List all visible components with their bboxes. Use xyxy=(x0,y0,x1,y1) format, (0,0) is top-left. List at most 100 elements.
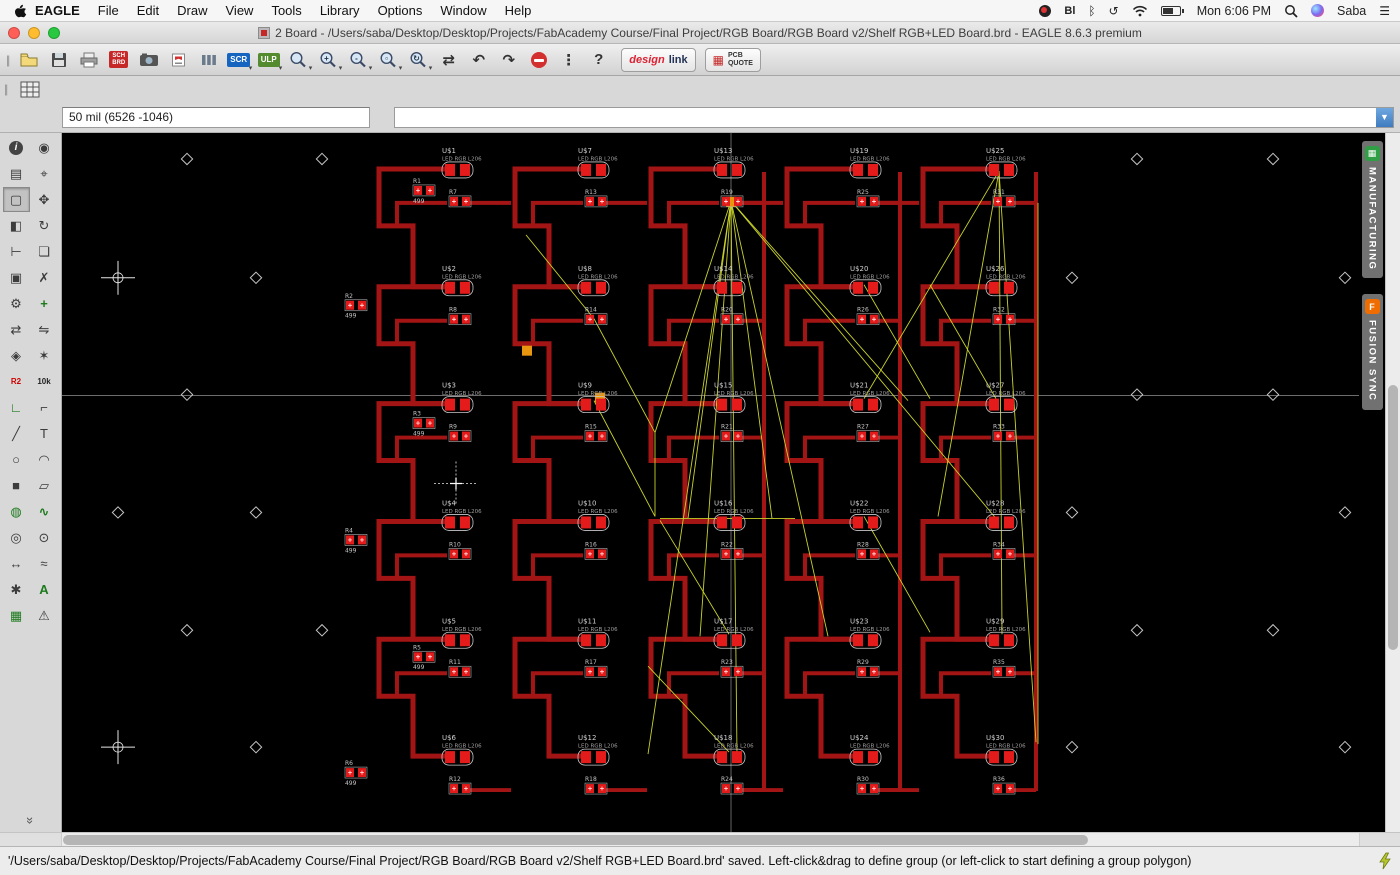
led-component[interactable]: U$8LED RGB L206 xyxy=(577,265,618,297)
resistor-component[interactable]: R34 xyxy=(992,541,1016,560)
led-component[interactable]: U$30 LED RGB L206 xyxy=(985,734,1026,766)
arc-tool[interactable]: ◠ xyxy=(31,447,58,472)
window-close-button[interactable] xyxy=(8,26,20,39)
notification-list-icon[interactable]: ☰ xyxy=(1379,4,1390,18)
resistor-component[interactable]: R36 xyxy=(992,776,1016,795)
resistor-component[interactable]: R15 xyxy=(584,424,608,442)
show-tool[interactable]: ◉ xyxy=(31,135,58,160)
cam-processor-button[interactable] xyxy=(165,47,192,73)
menu-draw[interactable]: Draw xyxy=(177,3,207,18)
resistor-component[interactable]: R30 xyxy=(856,776,880,795)
resistor-component[interactable]: R7 xyxy=(448,189,472,208)
lock-tool[interactable]: ◈ xyxy=(3,343,30,368)
design-link-button[interactable]: design link xyxy=(621,47,696,72)
menu-library[interactable]: Library xyxy=(320,3,360,18)
zoom-redraw-button[interactable]: ↻ ▾ xyxy=(405,47,432,73)
delete-tool[interactable]: ✗ xyxy=(31,265,58,290)
fusion-sync-tab[interactable]: F FUSION SYNC xyxy=(1361,294,1383,410)
resistor-component[interactable]: R11 xyxy=(448,659,472,678)
help-button[interactable]: ? xyxy=(585,47,612,73)
led-component[interactable]: U$14LED RGB L206 xyxy=(713,265,754,297)
save-button[interactable] xyxy=(45,47,72,73)
wire-tool[interactable]: ╱ xyxy=(3,421,30,446)
more-commands-button[interactable]: ⋮ xyxy=(555,47,582,73)
led-component[interactable]: U$7LED RGB L206 xyxy=(577,147,618,179)
rect-tool[interactable]: ■ xyxy=(3,473,30,498)
resistor-component[interactable]: R16 xyxy=(584,541,608,560)
add-part-tool[interactable]: + xyxy=(31,291,58,316)
bluetooth-icon[interactable]: ᛒ xyxy=(1088,4,1095,18)
battery-icon[interactable] xyxy=(1160,5,1184,16)
resistor-component[interactable]: R33 xyxy=(992,424,1016,442)
design-manager-button[interactable] xyxy=(195,47,222,73)
stop-button[interactable] xyxy=(525,47,552,73)
led-component[interactable]: U$15LED RGB L206 xyxy=(713,382,754,413)
menu-tools[interactable]: Tools xyxy=(271,3,301,18)
copy-tool[interactable]: ❏ xyxy=(31,239,58,264)
menu-options[interactable]: Options xyxy=(378,3,423,18)
resistor-component[interactable]: R5 499 xyxy=(412,644,436,671)
command-input[interactable] xyxy=(395,108,1376,127)
resistor-component[interactable]: R3 499 xyxy=(412,411,436,438)
hole-tool[interactable]: ◎ xyxy=(3,525,30,550)
led-component[interactable]: U$3LED RGB L206 xyxy=(441,382,482,413)
pcb-quote-button[interactable]: ▦ PCB QUOTE xyxy=(704,47,761,72)
menu-window[interactable]: Window xyxy=(440,3,486,18)
spotlight-icon[interactable] xyxy=(1284,4,1298,18)
apple-menu-icon[interactable] xyxy=(14,3,27,18)
led-component[interactable]: U$6 LED RGB L206 xyxy=(441,734,482,766)
vertical-scrollbar-thumb[interactable] xyxy=(1388,384,1398,651)
window-minimize-button[interactable] xyxy=(28,26,40,39)
menu-view[interactable]: View xyxy=(226,3,254,18)
display-layers-tool[interactable]: ▤ xyxy=(3,161,30,186)
led-component[interactable]: U$1LED RGB L206 xyxy=(441,147,482,179)
resistor-component[interactable]: R8 xyxy=(448,307,472,326)
led-component[interactable]: U$12 LED RGB L206 xyxy=(577,734,618,766)
led-component[interactable]: U$29 LED RGB L206 xyxy=(985,617,1026,649)
value-tool[interactable]: 10k xyxy=(31,369,58,394)
led-component[interactable]: U$11 LED RGB L206 xyxy=(577,617,618,649)
route-tool[interactable]: ∟ xyxy=(3,395,30,420)
group-select-tool[interactable]: ▢ xyxy=(2,187,30,212)
resistor-component[interactable]: R21 xyxy=(720,424,744,442)
redo-button[interactable]: ↷ xyxy=(495,47,522,73)
led-component[interactable]: U$10 LED RGB L206 xyxy=(577,499,618,531)
polygon-tool[interactable]: ▱ xyxy=(31,473,58,498)
resistor-component[interactable]: R25 xyxy=(856,189,880,208)
refresh-button[interactable]: ⇄ xyxy=(435,47,462,73)
resistor-component[interactable]: R1 499 xyxy=(412,178,436,205)
ulp-button[interactable]: ULP ▾ xyxy=(255,47,282,73)
mirror-tool[interactable]: ◧ xyxy=(3,213,30,238)
drc-tool[interactable]: ▦ xyxy=(3,603,30,628)
info-tool[interactable]: i xyxy=(3,135,30,160)
resistor-component[interactable]: R4 499 xyxy=(344,527,368,554)
app-menu[interactable]: EAGLE xyxy=(35,3,80,18)
resistor-component[interactable]: R31 xyxy=(992,189,1016,208)
resistor-component[interactable]: R18 xyxy=(584,776,608,795)
smash-tool[interactable]: ✶ xyxy=(31,343,58,368)
board-canvas[interactable]: U$1 LED RGB L206 U$2 LED RGB L206 U$3 LED RGB… xyxy=(62,133,1359,832)
resistor-component[interactable]: R13 xyxy=(584,189,608,208)
change-tool[interactable]: ⚙ xyxy=(3,291,30,316)
led-component[interactable]: U$2LED RGB L206 xyxy=(441,265,482,297)
image-export-button[interactable] xyxy=(135,47,162,73)
print-button[interactable] xyxy=(75,47,102,73)
via-tool[interactable]: ◍ xyxy=(3,499,30,524)
led-component[interactable]: U$22 LED RGB L206 xyxy=(849,499,890,531)
resistor-component[interactable]: R2 499 xyxy=(344,293,368,320)
dimension-tool[interactable]: ↔ xyxy=(3,551,30,576)
led-component[interactable]: U$25LED RGB L206 xyxy=(985,147,1026,179)
more-tools-chevron[interactable]: » xyxy=(23,790,38,851)
led-component[interactable]: U$27LED RGB L206 xyxy=(985,382,1026,413)
led-component[interactable]: U$20LED RGB L206 xyxy=(849,265,890,297)
measure-tool[interactable]: ⊢ xyxy=(3,239,30,264)
led-component[interactable]: U$28 LED RGB L206 xyxy=(985,499,1026,531)
menu-file[interactable]: File xyxy=(98,3,119,18)
open-button[interactable] xyxy=(15,47,42,73)
signal-tool[interactable]: ∿ xyxy=(31,499,58,524)
resistor-component[interactable]: R27 xyxy=(856,424,880,442)
ripup-tool[interactable]: ⌐ xyxy=(31,395,58,420)
resistor-component[interactable]: R24 xyxy=(720,776,744,795)
horizontal-scrollbar-thumb[interactable] xyxy=(63,835,1088,845)
resistor-component[interactable]: R17 xyxy=(584,659,608,678)
